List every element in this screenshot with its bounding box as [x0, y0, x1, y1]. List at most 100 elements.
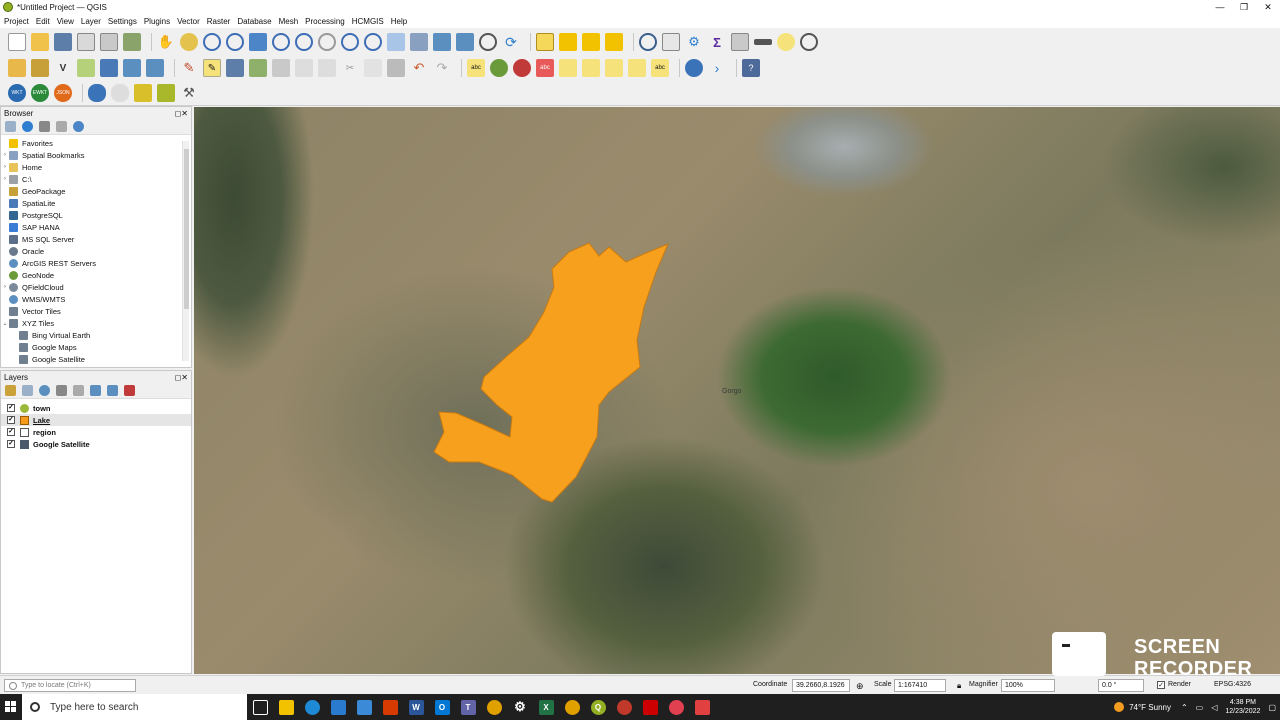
add-spatialite-layer-icon[interactable] [100, 59, 118, 77]
browser-item-c-drive[interactable]: › C:\ [1, 173, 191, 185]
layer-region[interactable]: ✓ region [1, 426, 191, 438]
browser-item-google-satellite[interactable]: Google Satellite [1, 353, 191, 365]
menu-settings[interactable]: Settings [108, 17, 137, 26]
modify-attributes-icon[interactable] [295, 59, 313, 77]
windows-start-icon[interactable] [0, 694, 22, 720]
zoom-to-layer-icon[interactable] [295, 33, 313, 51]
select-features-icon[interactable] [559, 33, 577, 51]
cloud-icon[interactable] [88, 84, 106, 102]
notifications-icon[interactable]: ▢ [1268, 703, 1276, 712]
filter-browser-icon[interactable] [39, 121, 50, 132]
cube-alt-icon[interactable] [157, 84, 175, 102]
toggle-editing-icon[interactable]: ✎ [203, 59, 221, 77]
paste-features-icon[interactable] [387, 59, 405, 77]
undo-icon[interactable]: ↶ [410, 59, 428, 77]
open-project-icon[interactable] [31, 33, 49, 51]
json-icon[interactable]: JSON [54, 84, 72, 102]
render-checkbox[interactable]: ✓ [1157, 681, 1165, 689]
style-manager-icon[interactable] [123, 33, 141, 51]
collapse-all-layers-icon[interactable] [107, 385, 118, 396]
network-icon[interactable]: ▭ [1196, 703, 1204, 712]
edge-icon[interactable] [299, 694, 325, 720]
help-icon[interactable]: ? [742, 59, 760, 77]
layer-visibility-checkbox[interactable]: ✓ [7, 404, 15, 412]
pan-to-selection-icon[interactable] [180, 33, 198, 51]
menu-layer[interactable]: Layer [81, 17, 101, 26]
qgis-taskbar-icon[interactable]: Q [585, 694, 611, 720]
pin-labels-icon[interactable] [559, 59, 577, 77]
menu-plugins[interactable]: Plugins [144, 17, 170, 26]
properties-icon[interactable] [73, 121, 84, 132]
menu-database[interactable]: Database [237, 17, 271, 26]
chrome-icon[interactable] [481, 694, 507, 720]
acrobat-icon[interactable] [637, 694, 663, 720]
attribute-table-icon[interactable] [662, 33, 680, 51]
layer-visibility-checkbox[interactable]: ✓ [7, 428, 15, 436]
recorder-icon[interactable] [663, 694, 689, 720]
add-vector-layer-icon[interactable]: V [54, 59, 72, 77]
browser-item-bing-virtual-earth[interactable]: Bing Virtual Earth [1, 329, 191, 341]
menu-edit[interactable]: Edit [36, 17, 50, 26]
lock-scale-icon[interactable]: 🔒︎ [957, 681, 961, 691]
change-label-icon[interactable]: abc [651, 59, 669, 77]
layer-lake[interactable]: ✓ Lake [1, 414, 191, 426]
add-group-icon[interactable] [22, 385, 33, 396]
zoom-to-selection-icon[interactable] [272, 33, 290, 51]
new-geopackage-layer-icon[interactable] [31, 59, 49, 77]
new-bookmark-icon[interactable] [433, 33, 451, 51]
measure-line-icon[interactable] [754, 39, 772, 45]
open-layer-styling-icon[interactable] [5, 385, 16, 396]
run-script-icon[interactable]: › [708, 59, 726, 77]
tray-chevron-icon[interactable]: ⌃ [1181, 703, 1188, 712]
copy-features-icon[interactable] [364, 59, 382, 77]
menu-help[interactable]: Help [391, 17, 407, 26]
word-icon[interactable]: W [403, 694, 429, 720]
lake-polygon[interactable] [433, 242, 669, 503]
scale-field[interactable]: 1:167410 [894, 679, 946, 692]
ewkt-icon[interactable]: EWKT [31, 84, 49, 102]
browser-item-qfieldcloud[interactable]: › QFieldCloud [1, 281, 191, 293]
new-project-icon[interactable] [8, 33, 26, 51]
manage-map-themes-icon[interactable] [39, 385, 50, 396]
close-icon[interactable]: ✕ [1256, 0, 1280, 14]
temporal-controller-icon[interactable] [479, 33, 497, 51]
excel-icon[interactable]: X [533, 694, 559, 720]
map-canvas[interactable]: Gorgo [194, 107, 1280, 674]
crs-button[interactable]: EPSG:4326 [1214, 681, 1251, 688]
taskbar-search-input[interactable]: Type here to search [22, 694, 247, 720]
browser-scrollbar[interactable] [182, 141, 189, 361]
browser-item-oracle[interactable]: Oracle [1, 245, 191, 257]
tools-icon[interactable]: ⚒ [180, 84, 198, 102]
menu-project[interactable]: Project [4, 17, 29, 26]
layer-visibility-checkbox[interactable]: ✓ [7, 440, 15, 448]
menu-raster[interactable]: Raster [207, 17, 231, 26]
browser-item-favorites[interactable]: Favorites [1, 137, 191, 149]
zoom-native-icon[interactable] [318, 33, 336, 51]
statistics-icon[interactable]: Σ [708, 33, 726, 51]
add-raster-layer-icon[interactable] [77, 59, 95, 77]
data-source-manager-icon[interactable] [8, 59, 26, 77]
menu-vector[interactable]: Vector [177, 17, 200, 26]
highlight-pinned-labels-icon[interactable] [513, 59, 531, 77]
filter-by-expression-icon[interactable] [73, 385, 84, 396]
cut-features-icon[interactable]: ✂ [341, 59, 359, 77]
browser-item-spatialite[interactable]: SpatiaLite [1, 197, 191, 209]
layer-google-satellite[interactable]: ✓ Google Satellite [1, 438, 191, 450]
layer-labeling-icon[interactable]: abc [467, 59, 485, 77]
chrome-alt-icon[interactable] [559, 694, 585, 720]
redo-icon[interactable]: ↷ [433, 59, 451, 77]
remove-layer-icon[interactable] [124, 385, 135, 396]
add-wms-layer-icon[interactable] [123, 59, 141, 77]
volume-icon[interactable]: ◁ [1211, 703, 1217, 712]
browser-item-home[interactable]: › Home [1, 161, 191, 173]
collapse-all-icon[interactable] [56, 121, 67, 132]
show-hide-labels-icon[interactable] [582, 59, 600, 77]
scrollbar-thumb[interactable] [184, 149, 189, 309]
locate-icon[interactable] [800, 33, 818, 51]
mail-icon[interactable] [351, 694, 377, 720]
browser-item-spatial-bookmarks[interactable]: › Spatial Bookmarks [1, 149, 191, 161]
layer-town[interactable]: ✓ town [1, 402, 191, 414]
panel-float-close-icon[interactable]: ◻✕ [175, 373, 188, 382]
python-console-icon[interactable] [685, 59, 703, 77]
open-field-calculator-icon[interactable] [731, 33, 749, 51]
